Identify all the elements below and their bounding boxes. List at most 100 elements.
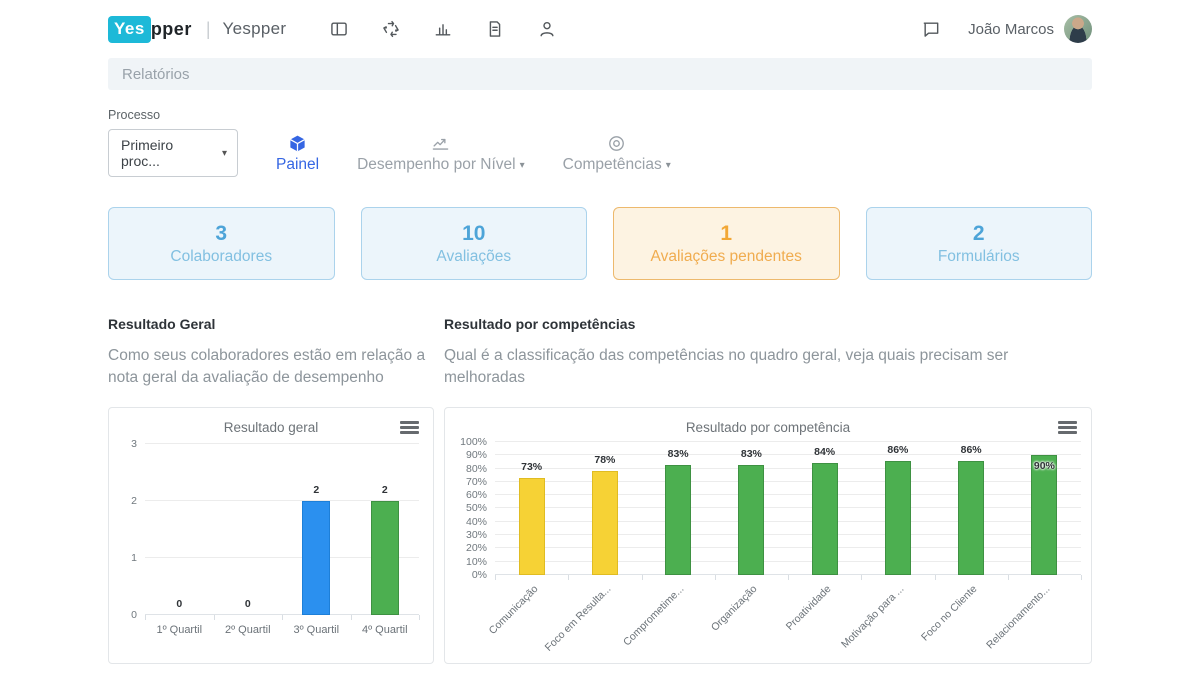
- process-select[interactable]: Primeiro proc... ▾: [108, 129, 238, 177]
- y-axis-tick-label: 3: [131, 438, 137, 450]
- y-axis-tick-label: 0: [131, 609, 137, 621]
- chart-plot-area: 012301º Quartil02º Quartil23º Quartil24º…: [145, 444, 419, 615]
- stats-row: 3Colaboradores 10Avaliações 1Avaliações pe…: [108, 207, 1092, 280]
- x-axis-tick: [282, 615, 283, 620]
- chart-slot: 2: [282, 444, 351, 615]
- chart-slot: 2: [351, 444, 420, 615]
- data-label: 84%: [814, 446, 835, 458]
- tab-painel[interactable]: Painel: [276, 134, 319, 174]
- stat-card-avaliações[interactable]: 10Avaliações: [361, 207, 588, 280]
- x-axis-category-label: Organização: [709, 583, 760, 634]
- bar-chart-icon[interactable]: [432, 18, 454, 40]
- stat-value: 1: [720, 222, 732, 246]
- data-label: 0: [176, 598, 182, 610]
- y-axis-tick-label: 50%: [466, 502, 487, 514]
- x-axis-category-label: Motivação para ...: [839, 583, 907, 651]
- chart-slot: 73%: [495, 442, 568, 575]
- section-description: Como seus colaboradores estão em relação…: [108, 345, 434, 390]
- logo-text: pper: [151, 19, 192, 40]
- stat-card-colaboradores[interactable]: 3Colaboradores: [108, 207, 335, 280]
- document-icon[interactable]: [484, 18, 506, 40]
- x-axis-category-label: Comunicação: [486, 583, 540, 637]
- bar-motivação-para-[interactable]: [885, 461, 911, 575]
- data-label: 2: [382, 484, 388, 496]
- tab-desempenho-por-nível[interactable]: Desempenho por Nível▾: [357, 134, 525, 174]
- data-label: 86%: [887, 444, 908, 456]
- x-axis-tick: [419, 615, 420, 620]
- process-select-value: Primeiro proc...: [121, 137, 214, 169]
- chart-resultado-competencia: Resultado por competência 0%10% 20%30%40% 5…: [444, 407, 1092, 664]
- chart-resultado-geral: Resultado geral012301º Quartil02º Quarti…: [108, 407, 434, 664]
- breadcrumb: Relatórios: [108, 58, 1092, 90]
- y-axis-tick-label: 100%: [460, 436, 487, 448]
- data-label: 2: [313, 484, 319, 496]
- user-avatar[interactable]: [1064, 15, 1092, 43]
- bar-comprometime-[interactable]: [665, 465, 691, 575]
- y-axis-tick-label: 40%: [466, 516, 487, 528]
- chat-icon[interactable]: [920, 18, 942, 40]
- report-tabs: Painel Desempenho por Nível▾ Competências▾: [276, 134, 671, 174]
- section-description: Qual é a classificação das competências …: [444, 345, 1092, 390]
- bar-3º-quartil[interactable]: [302, 501, 330, 615]
- data-label: 90%: [1034, 460, 1055, 472]
- stat-label: Formulários: [938, 248, 1020, 266]
- chart-slot: 84%: [788, 442, 861, 575]
- tab-competências[interactable]: Competências▾: [563, 134, 671, 174]
- chart-title: Resultado por competência: [445, 420, 1091, 435]
- x-axis-category-label: 3º Quartil: [293, 624, 339, 636]
- chart-slot: 86%: [935, 442, 1008, 575]
- x-axis-category-label: 2º Quartil: [225, 624, 271, 636]
- user-name[interactable]: João Marcos: [968, 21, 1054, 38]
- columns-icon[interactable]: [328, 18, 350, 40]
- logo[interactable]: Yespper: [108, 16, 192, 43]
- x-axis-tick: [642, 575, 643, 580]
- y-axis-tick-label: 20%: [466, 542, 487, 554]
- chart-title: Resultado geral: [109, 420, 433, 435]
- target-icon: [607, 134, 626, 153]
- chevron-down-icon: ▾: [666, 160, 671, 171]
- y-axis-tick-label: 0%: [472, 569, 487, 581]
- bar-comunicação[interactable]: [519, 478, 545, 575]
- y-axis-tick-label: 30%: [466, 529, 487, 541]
- data-label: 0: [245, 598, 251, 610]
- chevron-down-icon: ▾: [222, 148, 227, 159]
- breadcrumb-label: Relatórios: [122, 66, 190, 83]
- stat-card-formulários[interactable]: 2Formulários: [866, 207, 1093, 280]
- chart-menu-icon[interactable]: [1058, 421, 1077, 436]
- bar-organização[interactable]: [738, 465, 764, 575]
- y-axis-tick-label: 80%: [466, 463, 487, 475]
- bar-proatividade[interactable]: [812, 463, 838, 575]
- chart-slot: 0: [214, 444, 283, 615]
- nav-icon-group: [328, 18, 558, 40]
- data-label: 83%: [741, 448, 762, 460]
- x-axis-tick: [568, 575, 569, 580]
- process-filter-label: Processo: [108, 108, 238, 122]
- bar-relacionamento-[interactable]: [1031, 455, 1057, 575]
- trend-icon: [431, 134, 450, 153]
- process-filter: Processo Primeiro proc... ▾: [108, 108, 238, 177]
- logo-box: Yes: [108, 16, 151, 43]
- user-icon[interactable]: [536, 18, 558, 40]
- recycle-icon[interactable]: [380, 18, 402, 40]
- chart-slot: 83%: [715, 442, 788, 575]
- bar-4º-quartil[interactable]: [371, 501, 399, 615]
- x-axis-category-label: Foco em Resulta...: [543, 583, 614, 654]
- chart-slot: 86%: [861, 442, 934, 575]
- x-axis-tick: [861, 575, 862, 580]
- stat-value: 3: [215, 222, 227, 246]
- stat-card-avaliações-pendentes[interactable]: 1Avaliações pendentes: [613, 207, 840, 280]
- y-axis-tick-label: 1: [131, 552, 137, 564]
- workspace-name: Yespper: [223, 19, 287, 39]
- x-axis-category-label: Relacionamento...: [985, 583, 1053, 651]
- chart-menu-icon[interactable]: [400, 421, 419, 436]
- x-axis-tick: [351, 615, 352, 620]
- x-axis-tick: [715, 575, 716, 580]
- y-axis-tick-label: 10%: [466, 556, 487, 568]
- section-resultado-geral: Resultado Geral Como seus colaboradores …: [108, 316, 434, 664]
- bar-foco-em-resulta-[interactable]: [592, 471, 618, 575]
- data-label: 78%: [594, 454, 615, 466]
- bar-foco-no-cliente[interactable]: [958, 461, 984, 575]
- x-axis-category-label: Proatividade: [783, 583, 833, 633]
- x-axis-tick: [214, 615, 215, 620]
- x-axis-category-label: Foco no Cliente: [919, 583, 979, 643]
